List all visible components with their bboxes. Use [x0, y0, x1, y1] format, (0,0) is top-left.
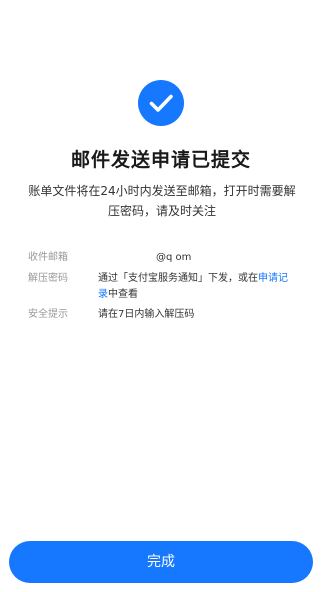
recipient-email-text: @q om	[156, 252, 192, 263]
unzip-password-label: 解压密码	[28, 273, 68, 284]
security-tip-label: 安全提示	[28, 309, 68, 320]
security-tip-value: 请在7日内输入解压码	[98, 309, 195, 320]
recipient-email-value: @q om	[98, 250, 294, 266]
success-check-icon	[138, 80, 184, 126]
page-title: 邮件发送申请已提交	[70, 149, 251, 171]
unzip-password-text-before: 通过「支付宝服务通知」下发，或在	[98, 273, 258, 284]
unzip-password-value: 通过「支付宝服务通知」下发，或在申请记录中查看	[98, 271, 294, 303]
unzip-password-text-after: 中查看	[108, 289, 138, 300]
status-description: 账单文件将在24小时内发送至邮箱，打开时需要解压密码，请及时关注	[28, 184, 296, 218]
recipient-email-label: 收件邮箱	[28, 252, 68, 263]
check-icon	[149, 94, 173, 112]
done-button[interactable]: 完成	[9, 541, 313, 583]
